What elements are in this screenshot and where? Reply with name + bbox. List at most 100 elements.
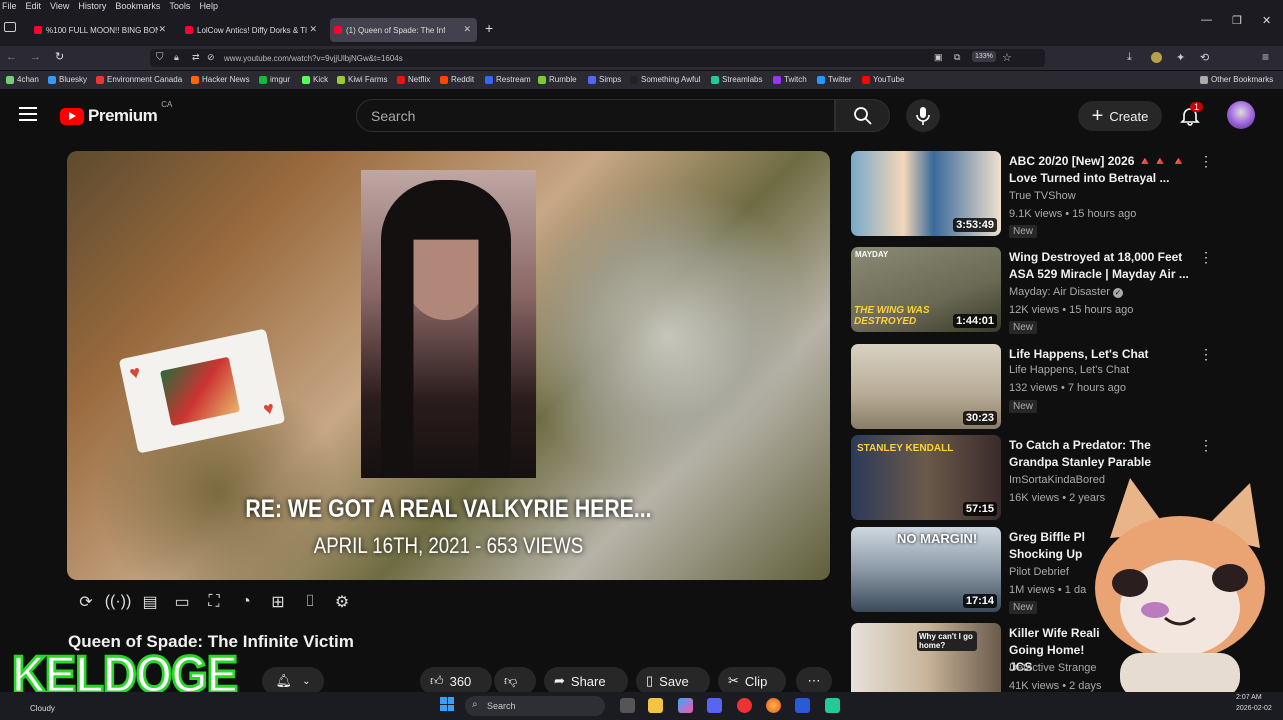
mic-permission-icon[interactable]: ⊘: [207, 52, 215, 63]
audio-icon[interactable]: ((·)): [105, 592, 132, 612]
youtube-premium-logo[interactable]: Premium CA: [60, 100, 172, 126]
like-button[interactable]: 👍︎ 360: [420, 667, 492, 695]
fullscreen-icon[interactable]: ⛶: [202, 592, 226, 612]
bookmark-hacker-news[interactable]: Hacker News: [191, 75, 250, 84]
screenshot-icon[interactable]: ⌷: [298, 592, 322, 612]
bookmark-4chan[interactable]: 4chan: [6, 75, 39, 84]
share-button[interactable]: ➦ Share: [544, 667, 628, 695]
zoom-level[interactable]: 133%: [972, 51, 996, 62]
close-window-icon[interactable]: ✕: [1262, 14, 1271, 27]
video-title[interactable]: ABC 20/20 [New] 2026 🔺🔺 🔺 Love Turned in…: [1009, 153, 1194, 187]
permissions-icon[interactable]: ⇄: [192, 52, 200, 63]
bookmark-twitch[interactable]: Twitch: [773, 75, 807, 84]
bookmark-imgur[interactable]: imgur: [259, 75, 290, 84]
obs-icon[interactable]: [825, 698, 840, 713]
url-bar[interactable]: ⛉ 🔒︎ ⇄ ⊘ www.youtube.com/watch?v=9vjjUlb…: [150, 49, 1045, 67]
video-title[interactable]: Life Happens, Let's Chat: [1009, 346, 1194, 363]
reader-view-icon[interactable]: ▣: [934, 52, 943, 63]
hamburger-menu-icon[interactable]: [19, 107, 37, 121]
recommendation-item[interactable]: 3:53:49 ABC 20/20 [New] 2026 🔺🔺 🔺 Love T…: [851, 151, 1221, 238]
more-options-icon[interactable]: ⋮: [1199, 153, 1213, 170]
menu-view[interactable]: View: [50, 1, 69, 11]
notifications-button[interactable]: 1: [1180, 102, 1204, 128]
shield-icon[interactable]: ⛉: [156, 52, 164, 63]
video-player[interactable]: ♥ ♥ RE: WE GOT A REAL VALKYRIE HERE... AP…: [67, 151, 830, 580]
task-view-icon[interactable]: [620, 698, 635, 713]
video-thumbnail[interactable]: 3:53:49: [851, 151, 1001, 236]
copilot-icon[interactable]: [678, 698, 693, 713]
menu-tools[interactable]: Tools: [169, 1, 190, 11]
channel-name[interactable]: True TVShow: [1009, 190, 1076, 202]
close-tab-icon[interactable]: ✕: [158, 24, 166, 35]
more-actions-button[interactable]: ⋯: [796, 667, 832, 695]
close-tab-icon[interactable]: ✕: [309, 24, 317, 35]
app-icon[interactable]: [737, 698, 752, 713]
discord-icon[interactable]: [707, 698, 722, 713]
video-thumbnail[interactable]: MAYDAY THE WING WAS DESTROYED 1:44:01: [851, 247, 1001, 332]
bookmark-something-awful[interactable]: Something Awful: [630, 75, 700, 84]
downloads-icon[interactable]: ⤓: [1127, 51, 1132, 64]
tab-full-moon[interactable]: %100 FULL MOON!! BING BON ✕: [30, 18, 172, 42]
loop-icon[interactable]: ⟳: [74, 592, 98, 612]
bookmark-bluesky[interactable]: Bluesky: [48, 75, 87, 84]
more-options-icon[interactable]: ⋮: [1199, 249, 1213, 266]
extension-icon[interactable]: [1151, 52, 1162, 63]
other-bookmarks[interactable]: Other Bookmarks: [1200, 75, 1273, 84]
bookmark-restream[interactable]: Restream: [485, 75, 531, 84]
add-icon[interactable]: ⊞: [266, 592, 290, 612]
back-icon[interactable]: ←: [6, 51, 17, 63]
app-icon[interactable]: [795, 698, 810, 713]
minimize-icon[interactable]: —: [1201, 14, 1212, 26]
bookmark-netflix[interactable]: Netflix: [397, 75, 430, 84]
recommendation-item[interactable]: 30:23 Life Happens, Let's Chat Life Happ…: [851, 344, 1221, 430]
subscribe-bell-button[interactable]: 🔔︎ ⌄: [262, 667, 324, 695]
tab-queen-of-spade[interactable]: (1) Queen of Spade: The Inf ✕: [330, 18, 477, 42]
bookmark-star-icon[interactable]: ☆: [1002, 51, 1012, 64]
video-thumbnail[interactable]: 30:23: [851, 344, 1001, 429]
forward-icon[interactable]: →: [30, 51, 41, 63]
lock-icon[interactable]: 🔒︎: [174, 52, 179, 63]
clip-button[interactable]: ✂ Clip: [718, 667, 786, 695]
more-options-icon[interactable]: ⋮: [1199, 346, 1213, 363]
video-title[interactable]: To Catch a Predator: The Grandpa Stanley…: [1009, 437, 1194, 471]
close-tab-icon[interactable]: ✕: [463, 24, 471, 35]
sync-icon[interactable]: ⟲: [1200, 51, 1209, 64]
recommendation-item[interactable]: MAYDAY THE WING WAS DESTROYED 1:44:01 Wi…: [851, 247, 1221, 334]
video-title[interactable]: Wing Destroyed at 18,000 Feet ASA 529 Mi…: [1009, 249, 1194, 283]
taskbar-search-input[interactable]: ⌕ Search: [465, 696, 605, 716]
menu-edit[interactable]: Edit: [26, 1, 42, 11]
app-menu-icon[interactable]: ≡: [1262, 50, 1269, 64]
menu-bookmarks[interactable]: Bookmarks: [115, 1, 160, 11]
bookmark-kick[interactable]: Kick: [302, 75, 328, 84]
video-thumbnail[interactable]: STANLEY KENDALL 57:15: [851, 435, 1001, 520]
firefox-icon[interactable]: [766, 698, 781, 713]
bookmark-streamlabs[interactable]: Streamlabs: [711, 75, 762, 84]
tab-lolcow[interactable]: LolCow Antics! Diffy Dorks & Tl ✕: [181, 18, 323, 42]
avatar[interactable]: [1227, 101, 1255, 129]
voice-search-button[interactable]: [906, 99, 940, 132]
tab-list-icon[interactable]: [4, 22, 16, 32]
bookmark-environment-canada[interactable]: Environment Canada: [96, 75, 182, 84]
clock-date[interactable]: 2026-02-02: [1236, 705, 1272, 712]
maximize-icon[interactable]: ❐: [1232, 14, 1242, 27]
picture-in-picture-icon[interactable]: ⧉: [954, 52, 960, 63]
dislike-button[interactable]: 👎︎: [494, 667, 536, 695]
bookmark-simps[interactable]: Simps: [588, 75, 621, 84]
search-button[interactable]: [835, 99, 890, 132]
more-options-icon[interactable]: ⋮: [1199, 437, 1213, 454]
channel-name[interactable]: Pilot Debrief: [1009, 566, 1069, 578]
save-button[interactable]: ▯ Save: [636, 667, 710, 695]
bookmark-youtube[interactable]: YouTube: [862, 75, 904, 84]
clock-time[interactable]: 2:07 AM: [1236, 694, 1262, 701]
bookmark-rumble[interactable]: Rumble: [538, 75, 577, 84]
new-tab-icon[interactable]: +: [485, 20, 493, 36]
start-button[interactable]: [440, 697, 454, 711]
search-input[interactable]: Search: [356, 99, 835, 132]
menu-help[interactable]: Help: [199, 1, 218, 11]
settings-gear-icon[interactable]: ⚙: [330, 592, 354, 612]
video-thumbnail[interactable]: NO MARGIN! 17:14: [851, 527, 1001, 612]
cinema-icon[interactable]: ▤: [138, 592, 162, 612]
video-thumbnail[interactable]: Why can't I go home?: [851, 623, 1001, 692]
channel-name[interactable]: Mayday: Air Disaster ✓: [1009, 286, 1123, 298]
menu-file[interactable]: File: [2, 1, 17, 11]
